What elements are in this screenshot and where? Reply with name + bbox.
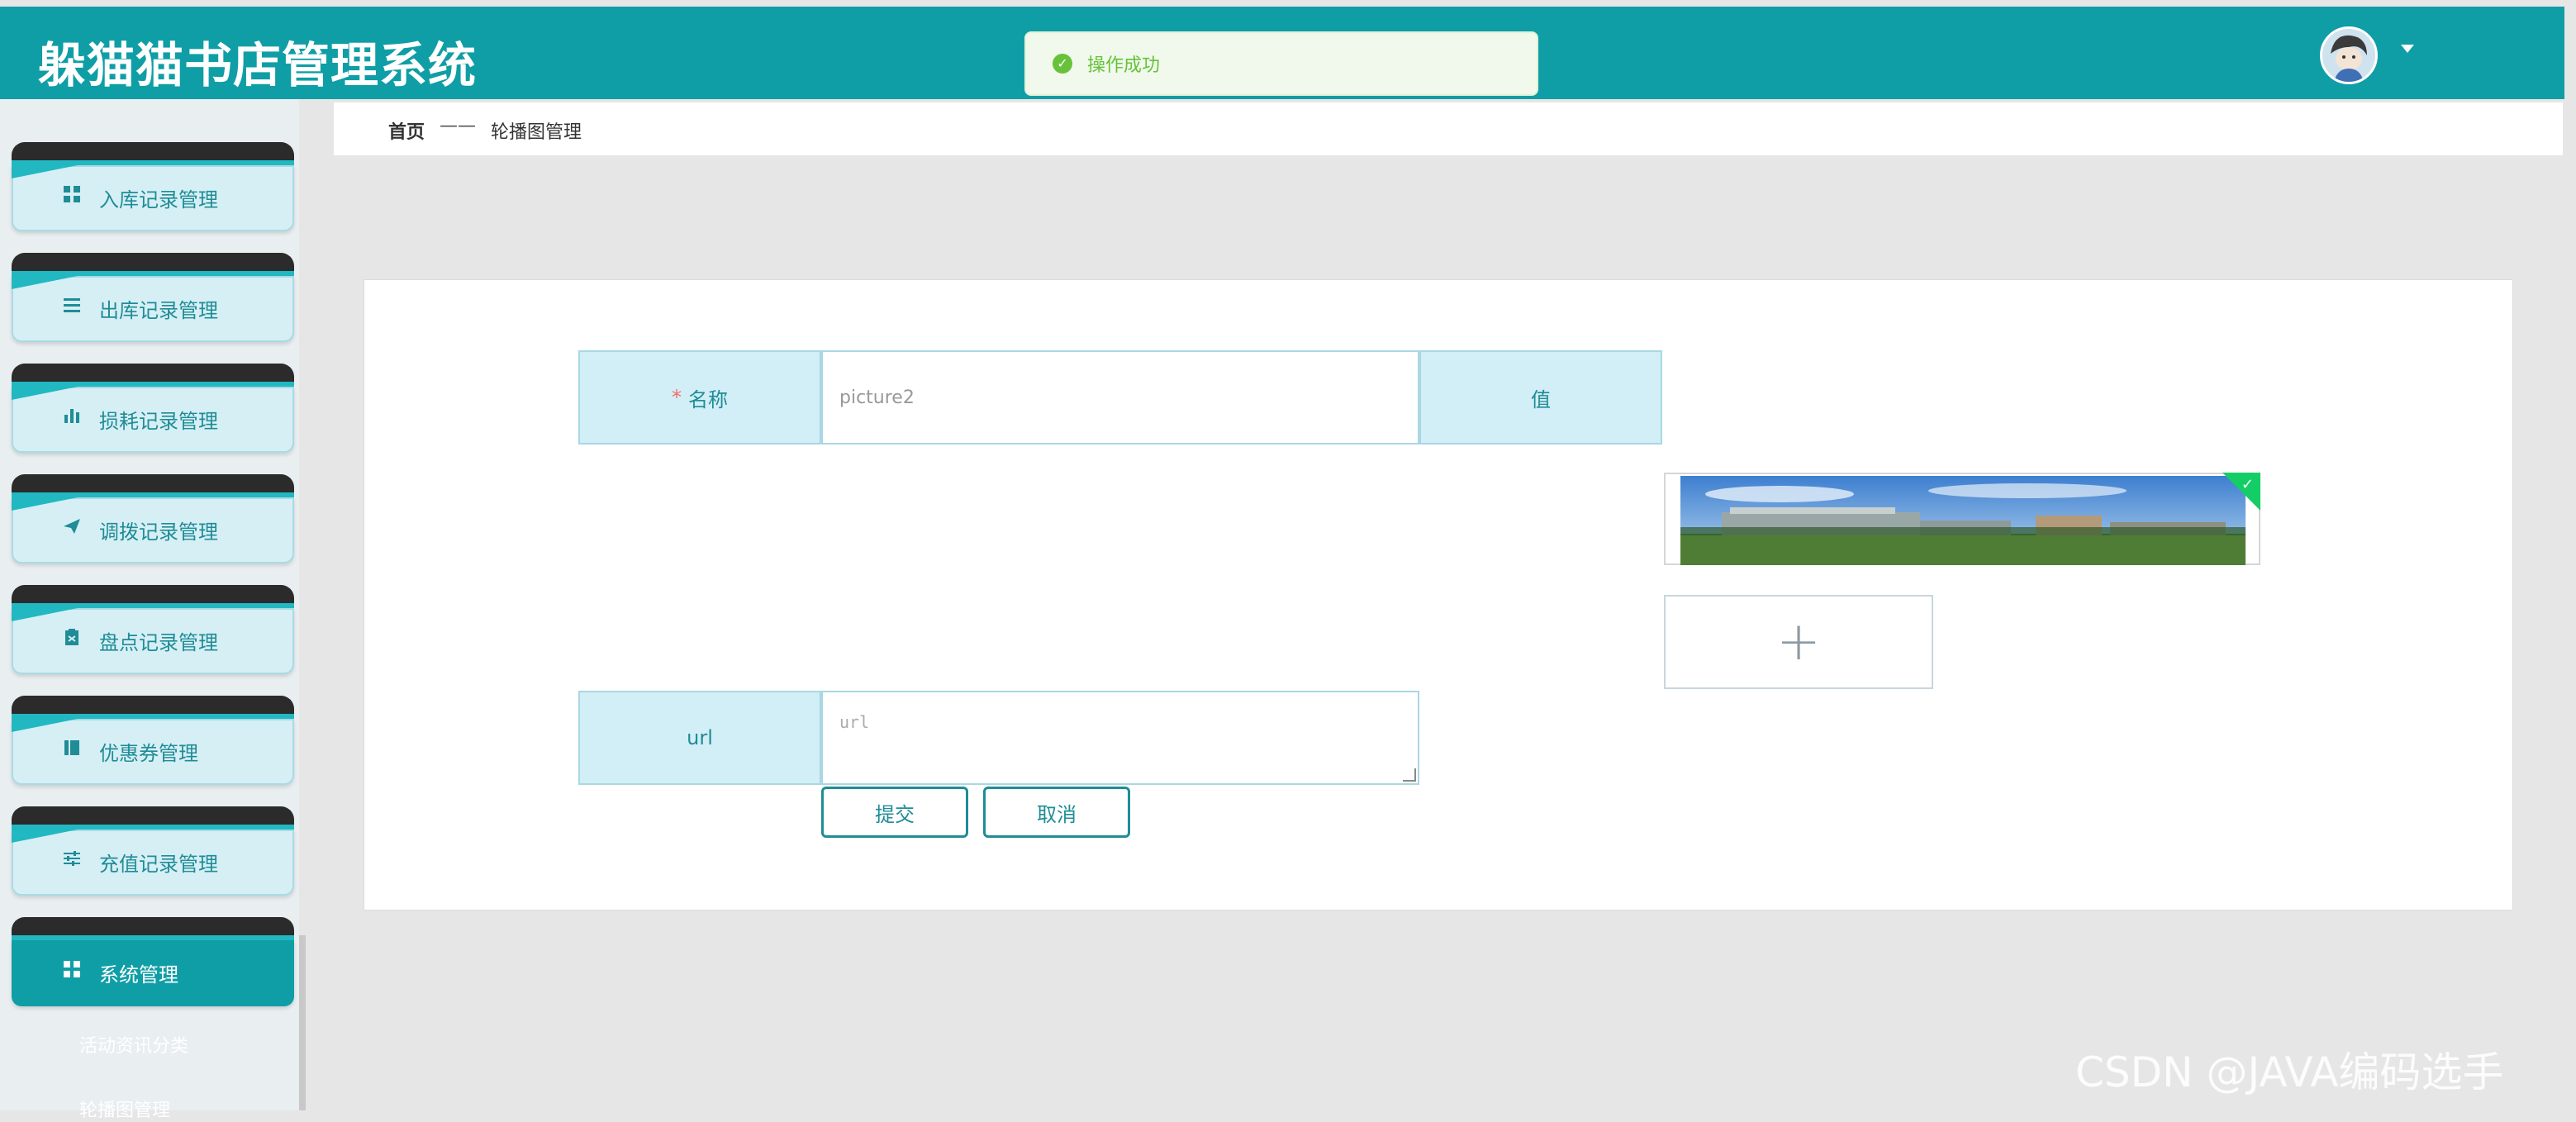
name-input[interactable]: picture2 <box>821 350 1419 445</box>
sidebar-scrollbar[interactable] <box>299 935 306 1110</box>
cancel-button[interactable]: 取消 <box>983 787 1130 838</box>
user-menu-caret-icon[interactable] <box>2401 45 2414 53</box>
sidebar: 入库记录管理 出库记录管理 损耗记录管理 调拨记录管理 盘点记录管理 优惠券管理… <box>0 99 299 1121</box>
book-icon <box>61 739 83 760</box>
submenu-item-activity-category[interactable]: 活动资讯分类 <box>79 1031 188 1058</box>
list-icon <box>61 296 83 317</box>
sidebar-item-recharge-records[interactable]: 充值记录管理 <box>12 806 294 896</box>
sidebar-item-outbound-records[interactable]: 出库记录管理 <box>12 253 294 342</box>
sidebar-item-label: 充值记录管理 <box>99 853 218 876</box>
toast-message: 操作成功 <box>1087 55 1161 76</box>
clipboard-icon <box>61 628 83 649</box>
sidebar-item-inventory-records[interactable]: 盘点记录管理 <box>12 585 294 674</box>
sidebar-item-label: 出库记录管理 <box>99 299 218 322</box>
user-avatar[interactable] <box>2320 26 2378 84</box>
sidebar-item-label: 入库记录管理 <box>99 188 218 212</box>
success-toast: ✓ 操作成功 <box>1024 31 1538 96</box>
breadcrumb-separator: —— <box>440 116 476 136</box>
sidebar-item-coupons[interactable]: 优惠券管理 <box>12 696 294 785</box>
avatar-icon <box>2322 29 2375 82</box>
grid-icon <box>61 185 83 207</box>
submenu-item-carousel-management[interactable]: 轮播图管理 <box>79 1096 170 1122</box>
name-label-text: 名称 <box>688 387 728 411</box>
uploaded-image[interactable]: ✓ <box>1664 473 2260 565</box>
upload-add-button[interactable]: + <box>1664 595 1933 689</box>
sliders-icon <box>61 849 83 871</box>
submit-button[interactable]: 提交 <box>821 787 968 838</box>
value-label: 值 <box>1419 350 1662 445</box>
success-check-icon: ✓ <box>1053 54 1072 74</box>
required-mark: * <box>672 386 682 409</box>
breadcrumb: 首页 —— 轮播图管理 <box>334 102 2563 155</box>
url-label: url <box>578 691 821 785</box>
send-icon <box>61 517 83 539</box>
app-title: 躲猫猫书店管理系统 <box>38 37 478 93</box>
url-textarea[interactable]: url <box>821 691 1419 785</box>
sidebar-item-label: 优惠券管理 <box>99 742 198 765</box>
name-label: * 名称 <box>578 350 821 445</box>
sidebar-item-label: 盘点记录管理 <box>99 631 218 654</box>
grid-icon <box>61 960 83 982</box>
breadcrumb-current: 轮播图管理 <box>491 122 582 143</box>
resize-handle-icon[interactable] <box>1403 768 1416 782</box>
building-photo <box>1680 476 2246 565</box>
url-placeholder: url <box>839 712 870 732</box>
sidebar-item-label: 损耗记录管理 <box>99 410 218 433</box>
breadcrumb-home[interactable]: 首页 <box>388 117 425 144</box>
sidebar-item-transfer-records[interactable]: 调拨记录管理 <box>12 474 294 563</box>
sidebar-item-label: 系统管理 <box>99 963 178 987</box>
check-icon: ✓ <box>2241 476 2254 493</box>
bar-chart-icon <box>61 406 83 428</box>
sidebar-item-label: 调拨记录管理 <box>99 521 218 544</box>
watermark: CSDN @JAVA编码选手 <box>2075 1048 2504 1096</box>
sidebar-item-loss-records[interactable]: 损耗记录管理 <box>12 364 294 453</box>
sidebar-item-system-management[interactable]: 系统管理 <box>12 917 294 1006</box>
sidebar-item-inbound-records[interactable]: 入库记录管理 <box>12 142 294 231</box>
